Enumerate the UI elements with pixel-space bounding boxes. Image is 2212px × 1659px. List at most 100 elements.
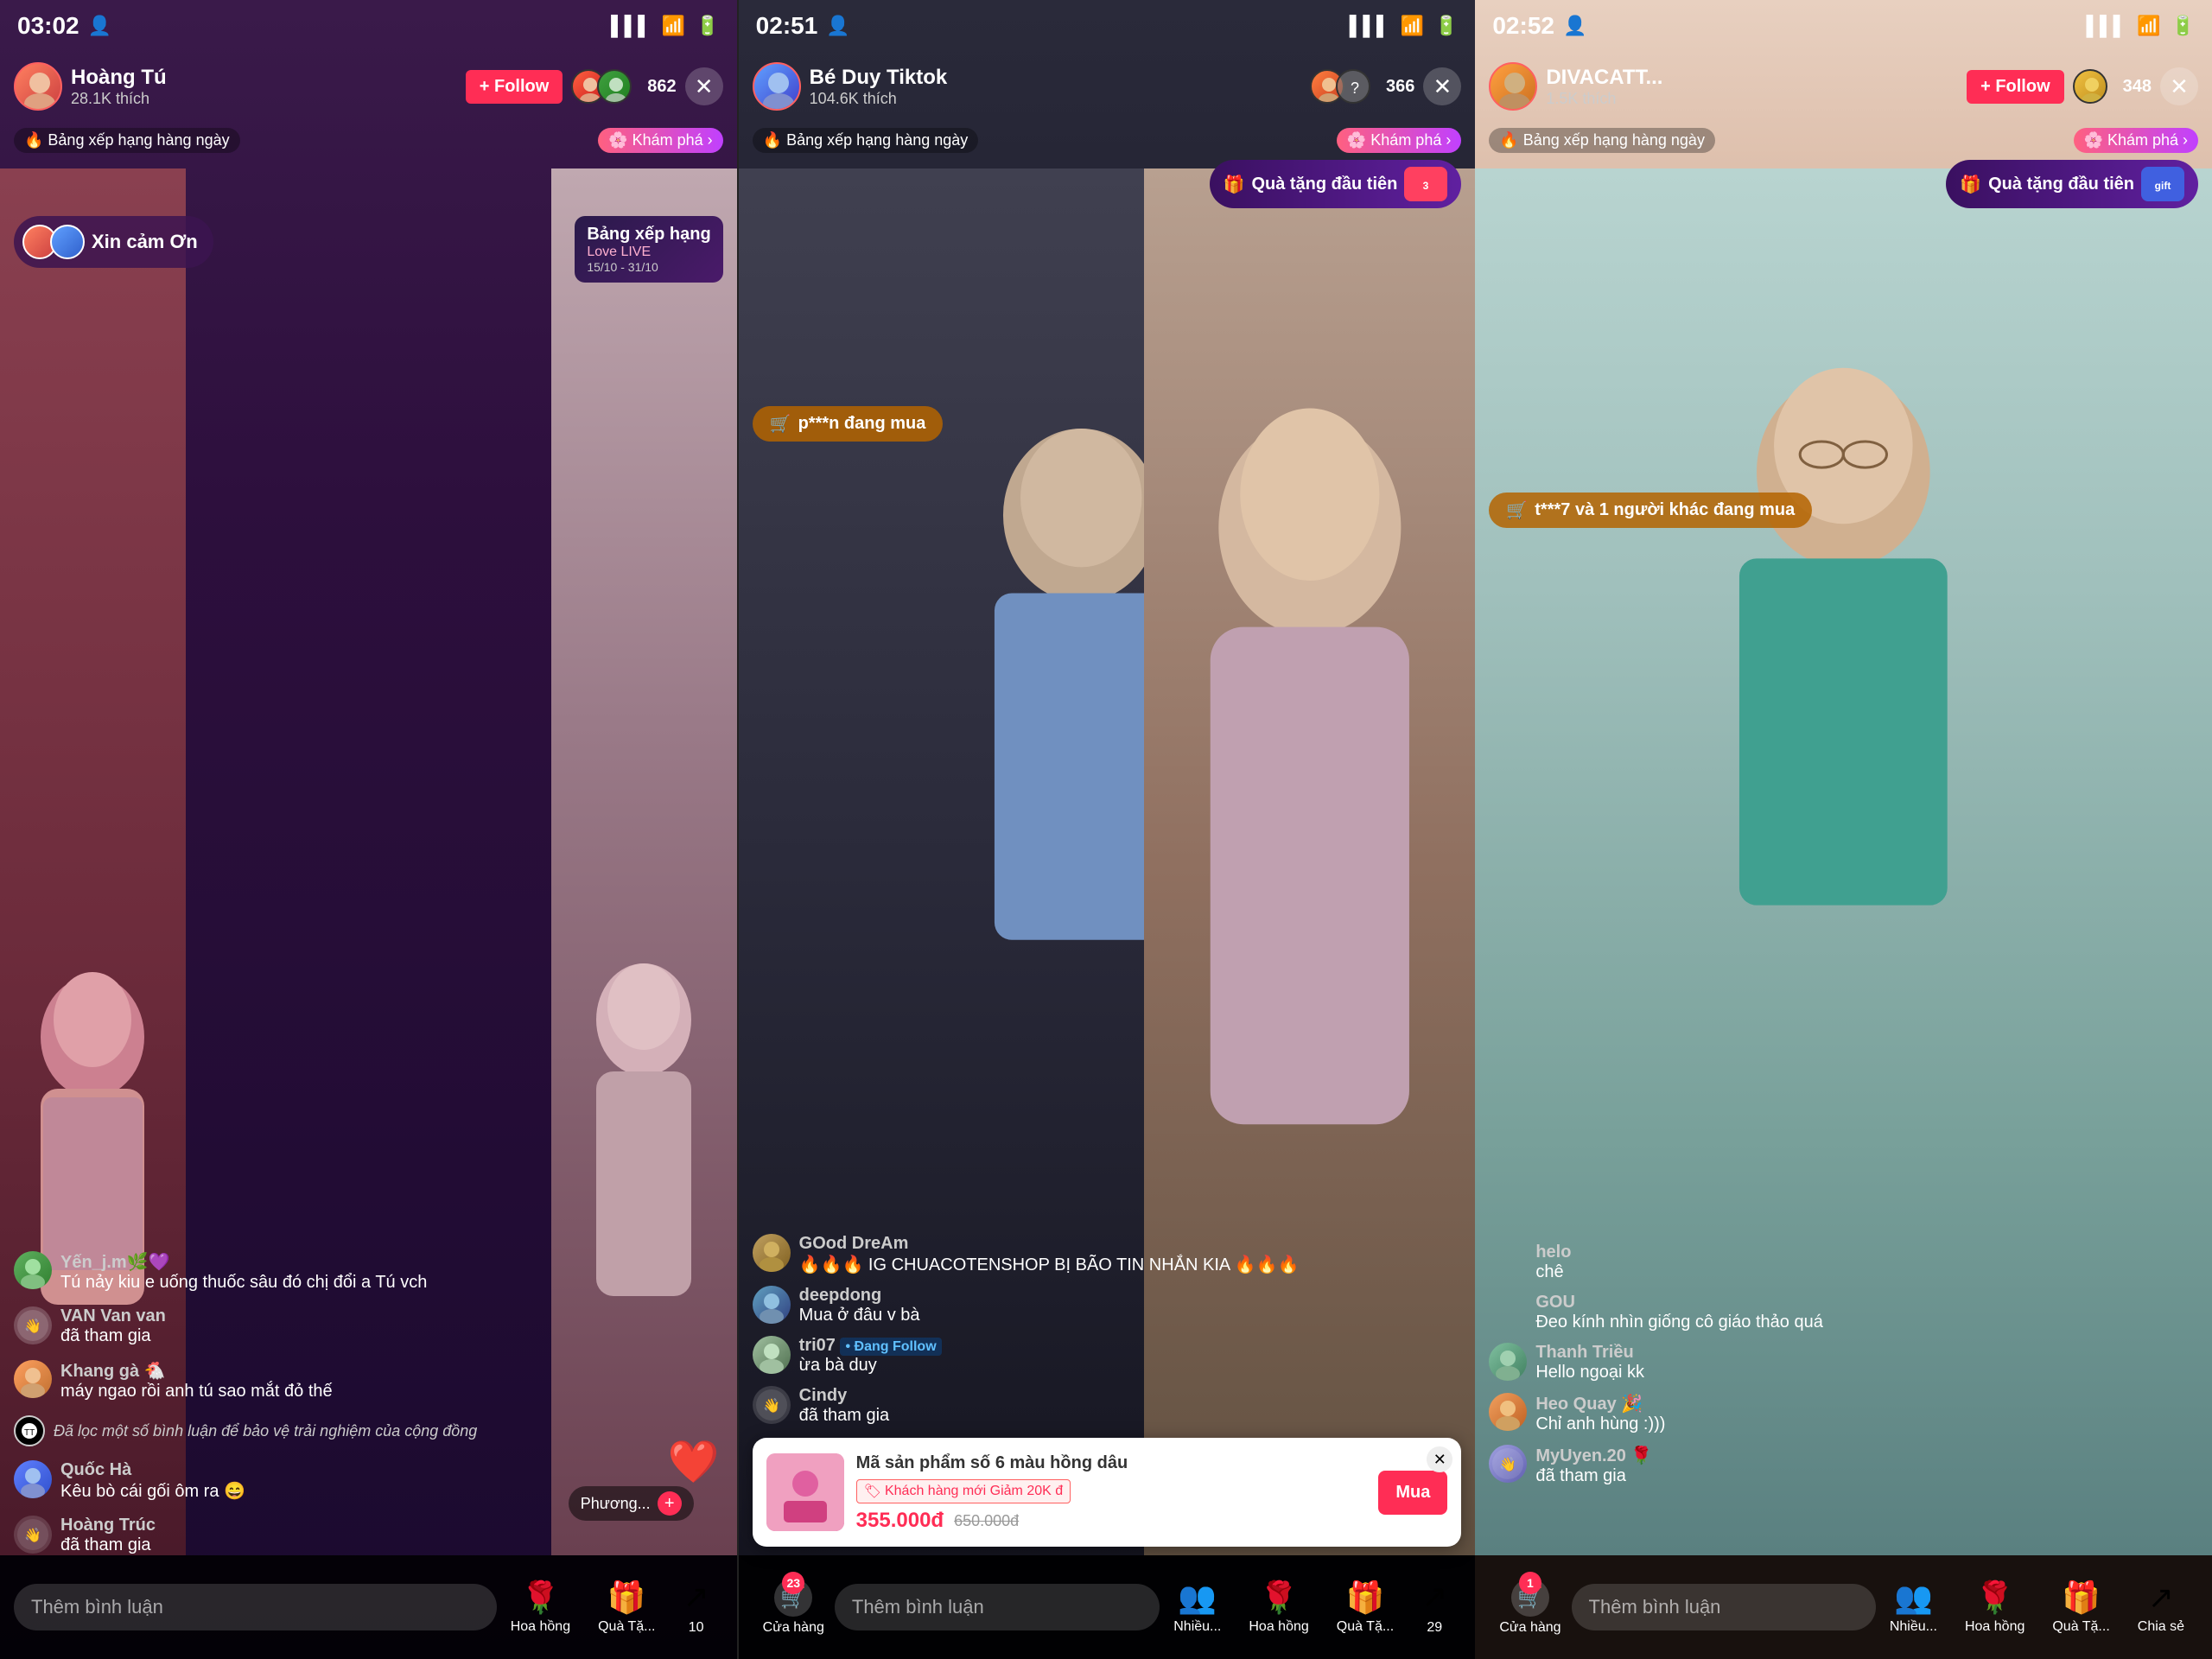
explore-link-1[interactable]: 🌸 Khám phá › [598,128,722,153]
nhiều-btn-2[interactable]: 👥 Nhiều... [1160,1580,1235,1635]
rank-card-sub-1: Love LIVE [587,245,710,260]
viewer-count-1: 862 [647,77,676,97]
gift-banner-3: 🎁 Quà tặng đầu tiên gift [1946,160,2198,208]
viewer-count-2: 366 [1386,77,1414,97]
comment-avatar-2-3: 👋 [753,1386,791,1424]
rose-btn-2[interactable]: 🌹 Hoa hồng [1235,1580,1322,1635]
status-time-2: 02:51 [756,12,818,40]
cua-hang-btn-2[interactable]: 23 🛒 Cửa hàng [753,1579,835,1636]
comment-input-2[interactable] [835,1584,1160,1630]
phuong-follow-icon-1[interactable]: + [658,1491,682,1516]
explore-link-3[interactable]: 🌸 Khám phá › [2074,128,2198,153]
close-button-1[interactable]: ✕ [685,67,723,105]
comment-text-3-1: Đeo kính nhìn giống cô giáo thảo quá [1535,1313,1822,1332]
comment-name-2-2: tri07 • Đang Follow [799,1336,942,1356]
comment-name-2-3: Cindy [799,1386,890,1406]
streamer-likes-2: 104.6K thích [810,90,1301,108]
share-btn-1[interactable]: ↗ 10 [670,1579,723,1636]
heart-button-1[interactable]: ❤️ [668,1437,720,1486]
comment-item-3-4: 👋 MyUyen.20 🌹 đã tham gia [1489,1445,2198,1486]
comment-name-1-1: VAN Van van [60,1306,166,1326]
gift-btn-1[interactable]: 🎁 Quà Tặ... [584,1580,669,1635]
product-buy-btn-2[interactable]: Mua [1378,1471,1447,1515]
comment-item-3-0: helo chê [1489,1243,2198,1282]
gift-banner-text-2: Quà tặng đầu tiên [1251,175,1397,194]
comment-item-2-0: GOod DreAm 🔥🔥🔥 IG CHUACOTENSHOP BỊ BÃO T… [753,1234,1462,1275]
streamer-avatar-1 [14,62,62,111]
close-button-3[interactable]: ✕ [2160,67,2198,105]
product-name-2: Mã sản phẩm số 6 màu hồng dâu [856,1452,1367,1474]
comment-avatar-3-2 [1489,1343,1527,1381]
comment-body-2-0: GOod DreAm 🔥🔥🔥 IG CHUACOTENSHOP BỊ BÃO T… [799,1234,1300,1275]
status-person-icon-2: 👤 [826,15,849,37]
status-person-icon-1: 👤 [88,15,111,37]
streamer-info-1: Hoàng Tú 28.1K thích [71,66,457,108]
comment-name-3-3: Heo Quay 🎉 [1535,1393,1665,1414]
cua-hang-btn-3[interactable]: 1 🛒 Cửa hàng [1489,1579,1571,1636]
bottom-toolbar-1: 🌹 Hoa hồng 🎁 Quà Tặ... ↗ 10 [0,1555,737,1659]
gift-btn-2[interactable]: 🎁 Quà Tặ... [1323,1580,1408,1635]
comment-avatar-1-1: 👋 [14,1306,52,1344]
cua-hang-label-3: Cửa hàng [1499,1620,1560,1636]
comment-body-1-0: Yến_j.m🌿💜 Tú nảy kiu e uống thuốc sâu đó… [60,1251,427,1293]
rose-icon-2: 🌹 [1260,1580,1299,1616]
comment-name-1-5: Hoàng Trúc [60,1516,156,1535]
badge-flag-icon: 🏷 [864,1483,881,1500]
comment-text-3-3: Chỉ anh hùng :))) [1535,1414,1665,1434]
comment-avatar-3-4: 👋 [1489,1445,1527,1483]
info-bar-1: 🔥 Bảng xếp hạng hàng ngày 🌸 Khám phá › [0,121,737,159]
share-btn-2[interactable]: ↗ 29 [1408,1579,1461,1636]
comment-name-2-0: GOod DreAm [799,1234,1300,1254]
streamer-avatar-2 [753,62,801,111]
close-button-2[interactable]: ✕ [1423,67,1461,105]
viewer-avatar-2b: ? [1336,69,1370,104]
explore-link-2[interactable]: 🌸 Khám phá › [1337,128,1461,153]
comment-text-1-4: Kêu bò cái gối ôm ra 😄 [60,1480,245,1502]
p3-comments: helo chê GOU Đeo kính nhìn giống cô giáo… [1475,1243,2212,1486]
svg-text:gift: gift [2155,180,2171,192]
gift-btn-3[interactable]: 🎁 Quà Tặ... [2038,1580,2123,1635]
comment-item-2-3: 👋 Cindy đã tham gia [753,1386,1462,1426]
follow-button-3[interactable]: + Follow [1967,70,2064,104]
status-person-icon-3: 👤 [1563,15,1586,37]
comment-text-2-3: đã tham gia [799,1406,890,1426]
people-icon-2: 👥 [1178,1580,1217,1616]
viewer-group-3 [2073,69,2107,104]
product-badge-2: 🏷 Khách hàng mới Giảm 20K đ [856,1479,1071,1503]
nhieu-btn-3[interactable]: 👥 Nhiều... [1876,1580,1951,1635]
nhieu-label-3: Nhiều... [1890,1619,1937,1635]
cua-hang-num-3: 1 [1519,1572,1541,1594]
info-bar-2: 🔥 Bảng xếp hạng hàng ngày 🌸 Khám phá › [739,121,1476,159]
follow-button-1[interactable]: + Follow [466,70,563,104]
comment-input-3[interactable] [1572,1584,1876,1630]
comment-input-1[interactable] [14,1584,497,1630]
svg-text:👋: 👋 [24,1528,41,1543]
gift-banner-2: 🎁 Quà tặng đầu tiên 3 [1210,160,1462,208]
svg-text:?: ? [1351,79,1359,97]
gift-label-1: Quà Tặ... [598,1619,655,1635]
share-label-3: Chia sẻ [2138,1619,2184,1635]
popup-close-2[interactable]: ✕ [1427,1446,1452,1472]
share-btn-3[interactable]: ↗ Chia sẻ [2124,1580,2198,1635]
comment-avatar-1-5: 👋 [14,1516,52,1554]
bottom-toolbar-3: 1 🛒 Cửa hàng 👥 Nhiều... 🌹 Hoa hồng 🎁 Quà… [1475,1555,2212,1659]
comment-body-1-4: Quốc Hà Kêu bò cái gối ôm ra 😄 [60,1460,245,1502]
rose-label-3: Hoa hồng [1965,1619,2024,1635]
signal-icon-1: ▌▌▌ [611,15,652,37]
p2-comments: GOod DreAm 🔥🔥🔥 IG CHUACOTENSHOP BỊ BÃO T… [739,1234,1476,1426]
comment-avatar-2-2 [753,1336,791,1374]
comment-name-2-1: deepdong [799,1286,920,1306]
battery-icon-2: 🔋 [1434,15,1458,37]
status-icons-3: ▌▌▌ 📶 🔋 [2086,15,2195,37]
info-bar-3: 🔥 Bảng xếp hạng hàng ngày 🌸 Khám phá › [1475,121,2212,159]
stream-panel-3: 02:52 👤 ▌▌▌ 📶 🔋 DIVACATT... 1.5K thích +… [1475,0,2212,1659]
rose-btn-1[interactable]: 🌹 Hoa hồng [497,1580,584,1635]
system-text-1: Đã lọc một số bình luận để bảo vệ trải n… [54,1422,477,1440]
share-icon-3: ↗ [2148,1580,2174,1616]
rose-btn-3[interactable]: 🌹 Hoa hồng [1951,1580,2038,1635]
comment-text-1-2: máy ngao rồi anh tú sao mắt đỏ thế [60,1382,333,1402]
comment-body-1-2: Khang gà 🐔 máy ngao rồi anh tú sao mắt đ… [60,1360,333,1402]
product-badge-text-2: Khách hàng mới Giảm 20K đ [885,1484,1063,1499]
streamer-avatar-3 [1489,62,1537,111]
rose-icon-1: 🌹 [521,1580,560,1616]
